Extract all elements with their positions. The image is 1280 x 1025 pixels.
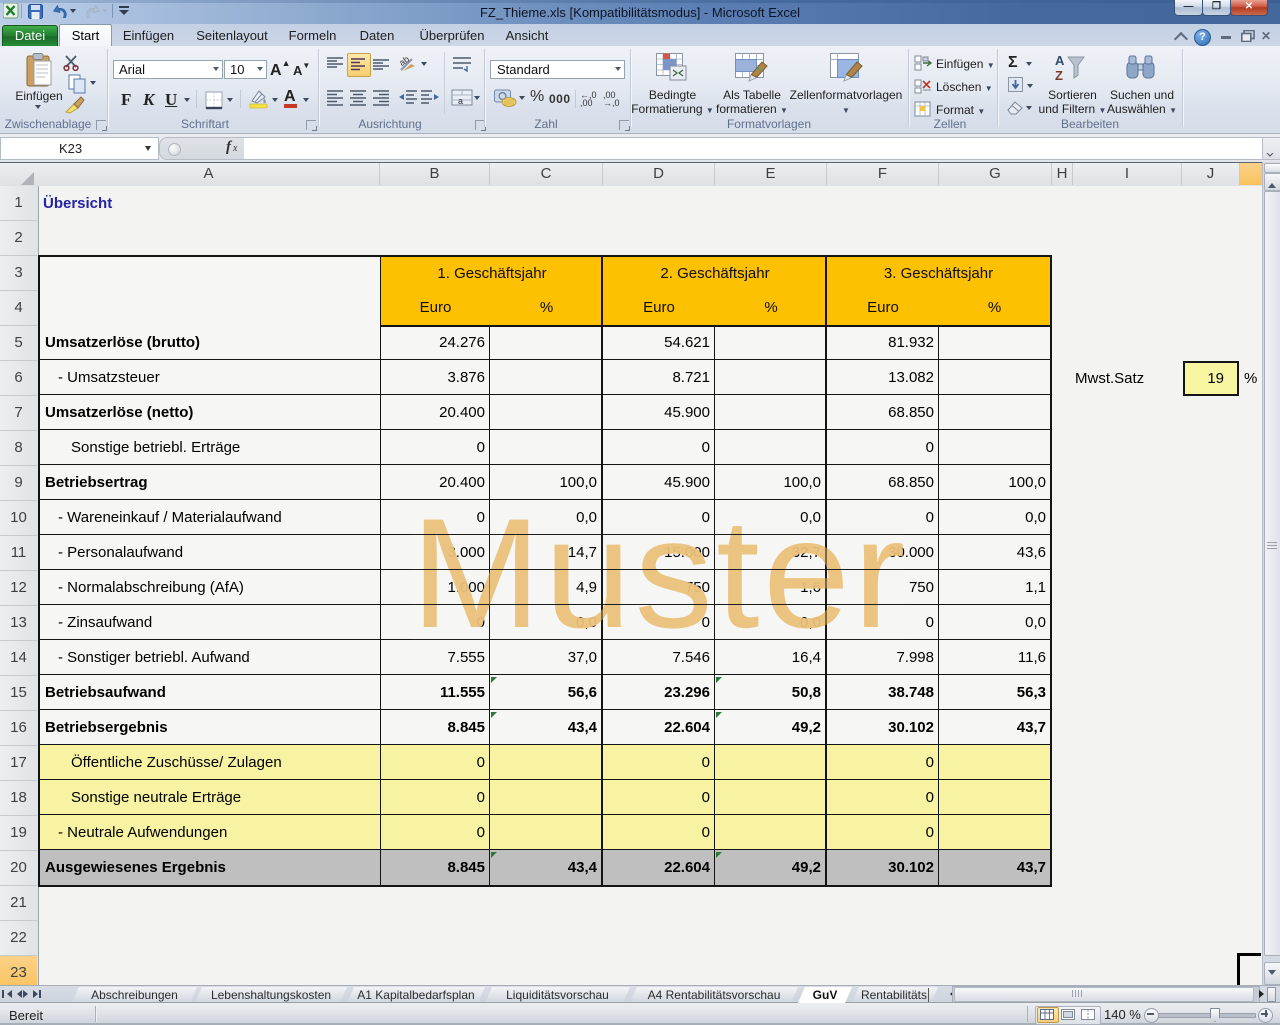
svg-text:→,0: →,0	[603, 98, 620, 107]
svg-text:a: a	[458, 96, 463, 106]
svg-text:Z: Z	[1055, 68, 1063, 82]
svg-text:,00: ,00	[580, 98, 593, 107]
svg-text:A: A	[1055, 53, 1065, 68]
